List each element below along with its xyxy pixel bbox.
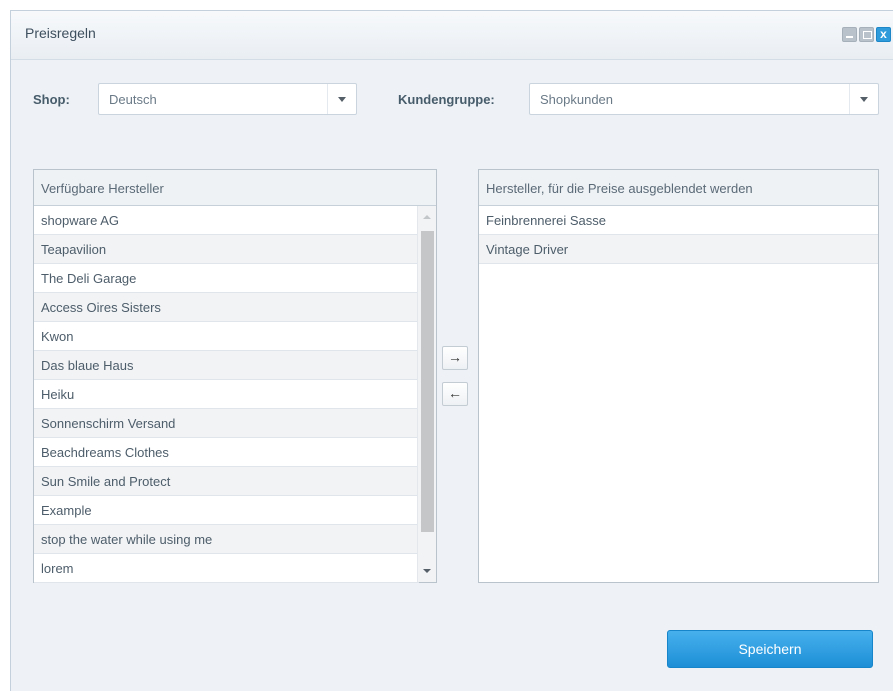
list-item[interactable]: Das blaue Haus — [34, 351, 419, 380]
chevron-down-icon[interactable] — [849, 84, 878, 114]
move-left-button[interactable]: ← — [442, 382, 468, 406]
list-item[interactable]: Beachdreams Clothes — [34, 438, 419, 467]
shop-label: Shop: — [33, 92, 70, 107]
list-item[interactable]: Sun Smile and Protect — [34, 467, 419, 496]
chevron-down-icon[interactable] — [327, 84, 356, 114]
scroll-up-icon[interactable] — [423, 215, 431, 219]
window-title: Preisregeln — [25, 25, 96, 41]
list-item[interactable]: Example — [34, 496, 419, 525]
hidden-manufacturers-list: Feinbrennerei Sasse Vintage Driver — [479, 206, 878, 264]
list-item[interactable]: Feinbrennerei Sasse — [479, 206, 878, 235]
list-item[interactable]: Teapavilion — [34, 235, 419, 264]
list-item[interactable]: Access Oires Sisters — [34, 293, 419, 322]
hidden-manufacturers-grid: Hersteller, für die Preise ausgeblendet … — [478, 169, 879, 583]
window-titlebar[interactable]: Preisregeln x — [11, 11, 893, 60]
list-item[interactable]: lorem — [34, 554, 419, 583]
list-item[interactable]: shopware AG — [34, 206, 419, 235]
available-manufacturers-grid: Verfügbare Hersteller shopware AG Teapavi… — [33, 169, 437, 583]
customer-group-select[interactable]: Shopkunden — [529, 83, 879, 115]
hidden-manufacturers-header[interactable]: Hersteller, für die Preise ausgeblendet … — [479, 170, 878, 206]
close-icon[interactable]: x — [876, 27, 891, 42]
scroll-down-icon[interactable] — [423, 569, 431, 573]
customer-group-select-value: Shopkunden — [540, 92, 614, 107]
save-button[interactable]: Speichern — [667, 630, 873, 668]
shop-select-value: Deutsch — [109, 92, 157, 107]
available-list-scrollbar[interactable] — [417, 206, 436, 582]
maximize-icon[interactable] — [859, 27, 874, 42]
available-manufacturers-list: shopware AG Teapavilion The Deli Garage Acc… — [34, 206, 419, 583]
shop-select[interactable]: Deutsch — [98, 83, 357, 115]
minimize-icon[interactable] — [842, 27, 857, 42]
list-item[interactable]: Sonnenschirm Versand — [34, 409, 419, 438]
move-right-button[interactable]: → — [442, 346, 468, 370]
list-item[interactable]: stop the water while using me — [34, 525, 419, 554]
list-item[interactable]: Kwon — [34, 322, 419, 351]
scrollbar-thumb[interactable] — [421, 231, 434, 532]
list-item[interactable]: The Deli Garage — [34, 264, 419, 293]
customer-group-label: Kundengruppe: — [398, 92, 495, 107]
list-item[interactable]: Vintage Driver — [479, 235, 878, 264]
available-manufacturers-header[interactable]: Verfügbare Hersteller — [34, 170, 436, 206]
list-item[interactable]: Heiku — [34, 380, 419, 409]
